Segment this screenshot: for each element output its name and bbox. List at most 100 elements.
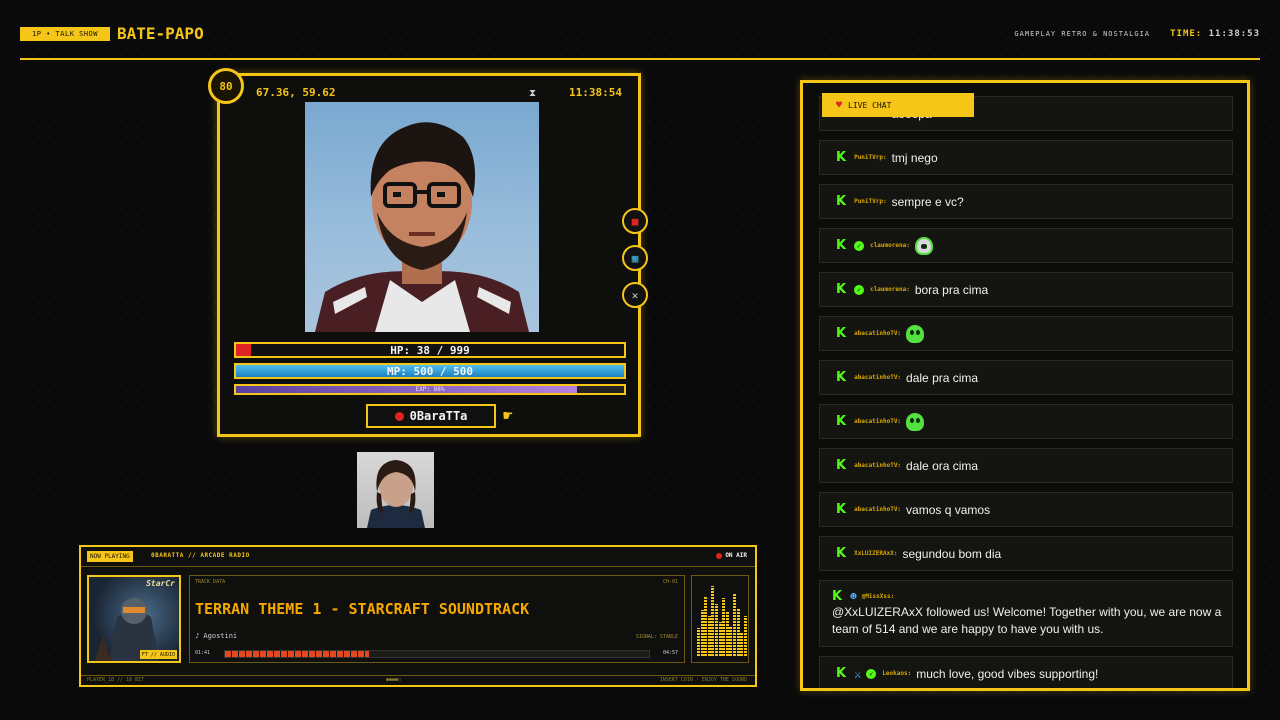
kick-icon: K — [836, 414, 847, 429]
chat-username[interactable]: abacatinhoTV: — [854, 506, 901, 513]
chat-username[interactable]: Leokaos: — [882, 670, 911, 677]
chat-message: K ✓ claumorena: bora pra cima — [819, 272, 1233, 307]
album-cover: StarCr FT // AUDIO — [87, 575, 181, 663]
chat-text: tmj nego — [891, 150, 938, 165]
time-current: 01:41 — [195, 650, 211, 656]
page-title: BATE-PAPO — [117, 24, 204, 43]
track-artist: ♪ Agostini — [195, 632, 238, 640]
chat-username[interactable]: abacatinhoTV: — [854, 418, 901, 425]
chat-message: KabacatinhoTV: — [819, 404, 1233, 439]
track-progress-bar[interactable] — [224, 650, 650, 658]
chat-username[interactable]: PuniTVrp: — [854, 154, 887, 161]
record-icon: ■ — [631, 214, 639, 228]
equalizer-bar — [729, 626, 733, 656]
kick-icon: K — [836, 458, 847, 473]
now-playing-badge: NOW PLAYING — [87, 551, 133, 562]
chat-message: K PuniTVrp: sempre e vc? — [819, 184, 1233, 219]
chat-message: K XxLUIZERAxX: segundou bom dia — [819, 536, 1233, 571]
close-button[interactable]: ✕ — [622, 282, 648, 308]
streamer-name: 0BaraTTa — [409, 409, 468, 423]
map-icon: ▦ — [631, 251, 639, 265]
chat-message: K ☻ @MissXss: @XxLUIZERAxX followed us! Wel… — [819, 580, 1233, 647]
footer-right: INSERT COIN · ENJOY THE SOUND — [659, 677, 747, 683]
live-dot-icon — [394, 411, 404, 421]
show-subtitle: GAMEPLAY RETRO & NOSTALGIA — [1014, 30, 1150, 38]
verified-icon: ✓ — [854, 284, 865, 295]
hourglass-icon: ⧗ — [528, 88, 536, 99]
top-bar: 1P • TALK SHOW BATE-PAPO GAMEPLAY RETRO … — [20, 24, 1260, 60]
chat-username[interactable]: abacatinhoTV: — [854, 462, 901, 469]
footer-left: PLAYER_1B // 16 BIT — [87, 677, 145, 683]
chat-username[interactable]: @MissXss: — [862, 593, 895, 600]
chat-username[interactable]: claumorena: — [870, 286, 910, 293]
equalizer-bar — [718, 622, 722, 656]
equalizer-bar — [711, 586, 715, 656]
chat-text: dale pra cima — [906, 370, 979, 385]
radio-source: 0BARATTA // ARCADE RADIO — [151, 552, 250, 559]
on-air-status: ON AIR — [716, 552, 747, 559]
heart-icon: ♥ — [836, 99, 843, 111]
kick-icon: K — [836, 370, 847, 385]
skull-emote — [914, 236, 933, 255]
chat-text: bora pra cima — [914, 282, 989, 297]
chat-username[interactable]: XxLUIZERAxX: — [854, 550, 897, 557]
hp-text: HP: 38 / 999 — [390, 343, 470, 357]
kick-icon: K — [836, 546, 847, 561]
now-playing-header: NOW PLAYING 0BARATTA // ARCADE RADIO ON … — [81, 547, 755, 567]
kick-icon: K — [836, 666, 847, 681]
chat-header: ♥ LIVE CHAT — [822, 93, 974, 117]
chat-message: K ✓ claumorena: — [819, 228, 1233, 263]
chat-text: @XxLUIZERAxX followed us! Welcome! Toget… — [832, 605, 1222, 636]
kick-icon: K — [836, 194, 847, 209]
record-button[interactable]: ■ — [622, 208, 648, 234]
live-chat-panel: ♥ LIVE CHAT KPuniTVrp:aooopaKPuniTVrp:tm… — [800, 80, 1250, 691]
chat-text: vamos q vamos — [906, 502, 991, 517]
kick-icon: K — [836, 502, 847, 517]
streamer-name-button[interactable]: 0BaraTTa — [366, 404, 496, 428]
verified-icon: ✓ — [866, 668, 877, 679]
track-progress-fill — [225, 651, 370, 657]
streamer-panel: 80 67.36, 59.62 ⧗ 11:38:54 ■ ▦ ✕ HP: 38 … — [208, 68, 648, 437]
guest-webcam — [357, 452, 434, 528]
hp-bar: HP: 38 / 999 — [234, 342, 626, 358]
footer-center: ●●●●○ — [386, 677, 402, 683]
equalizer-bar — [704, 596, 708, 656]
equalizer-bar — [736, 608, 740, 656]
chat-username[interactable]: claumorena: — [870, 242, 910, 249]
chat-message: KabacatinhoTV: dale pra cima — [819, 360, 1233, 395]
ghost-emote — [906, 412, 925, 431]
exp-text: EXP: 88% — [415, 386, 445, 393]
clock: TIME: 11:38:53 — [1170, 29, 1260, 39]
kick-icon: K — [836, 326, 847, 341]
chat-message-list[interactable]: KPuniTVrp:aooopaKPuniTVrp:tmj negoKPuniT… — [819, 96, 1233, 688]
now-playing-widget: NOW PLAYING 0BARATTA // ARCADE RADIO ON … — [79, 545, 757, 687]
chat-message: K PuniTVrp: tmj nego — [819, 140, 1233, 175]
now-playing-footer: PLAYER_1B // 16 BIT ●●●●○ INSERT COIN · … — [81, 675, 755, 685]
equalizer-bar — [697, 628, 700, 656]
chat-username[interactable]: abacatinhoTV: — [854, 374, 901, 381]
signal-status: SIGNAL: STABLE — [635, 634, 678, 640]
streamer-avatar — [305, 102, 539, 332]
chat-text: segundou bom dia — [902, 546, 1002, 561]
chat-username[interactable]: abacatinhoTV: — [854, 330, 901, 337]
clock-label: TIME: — [1170, 29, 1203, 39]
hand-cursor-icon: ☛ — [503, 406, 513, 425]
equalizer-bar — [707, 616, 711, 656]
track-panel: TRACK DATA CH-01 TERRAN THEME 1 - STARCR… — [189, 575, 685, 663]
track-title: TERRAN THEME 1 - STARCRAFT SOUNDTRACK — [195, 600, 530, 618]
map-button[interactable]: ▦ — [622, 245, 648, 271]
channel-label: CH-01 — [662, 579, 678, 585]
equalizer-bar — [715, 604, 718, 656]
chat-username[interactable]: PuniTVrp: — [854, 198, 887, 205]
show-tag: 1P • TALK SHOW — [20, 27, 110, 41]
cover-badge: FT // AUDIO — [139, 650, 177, 659]
chat-text: dale ora cima — [906, 458, 979, 473]
cover-title: StarCr — [146, 579, 175, 588]
chat-message: KabacatinhoTV: — [819, 316, 1233, 351]
chat-message: KabacatinhoTV: vamos q vamos — [819, 492, 1233, 527]
chat-message: K ⚔ ✓ Leokaos: much love, good vibes support… — [819, 656, 1233, 688]
kick-icon: K — [836, 282, 847, 297]
verified-icon: ✓ — [854, 240, 865, 251]
chat-title: LIVE CHAT — [848, 100, 892, 110]
track-data-label: TRACK DATA — [195, 579, 226, 585]
